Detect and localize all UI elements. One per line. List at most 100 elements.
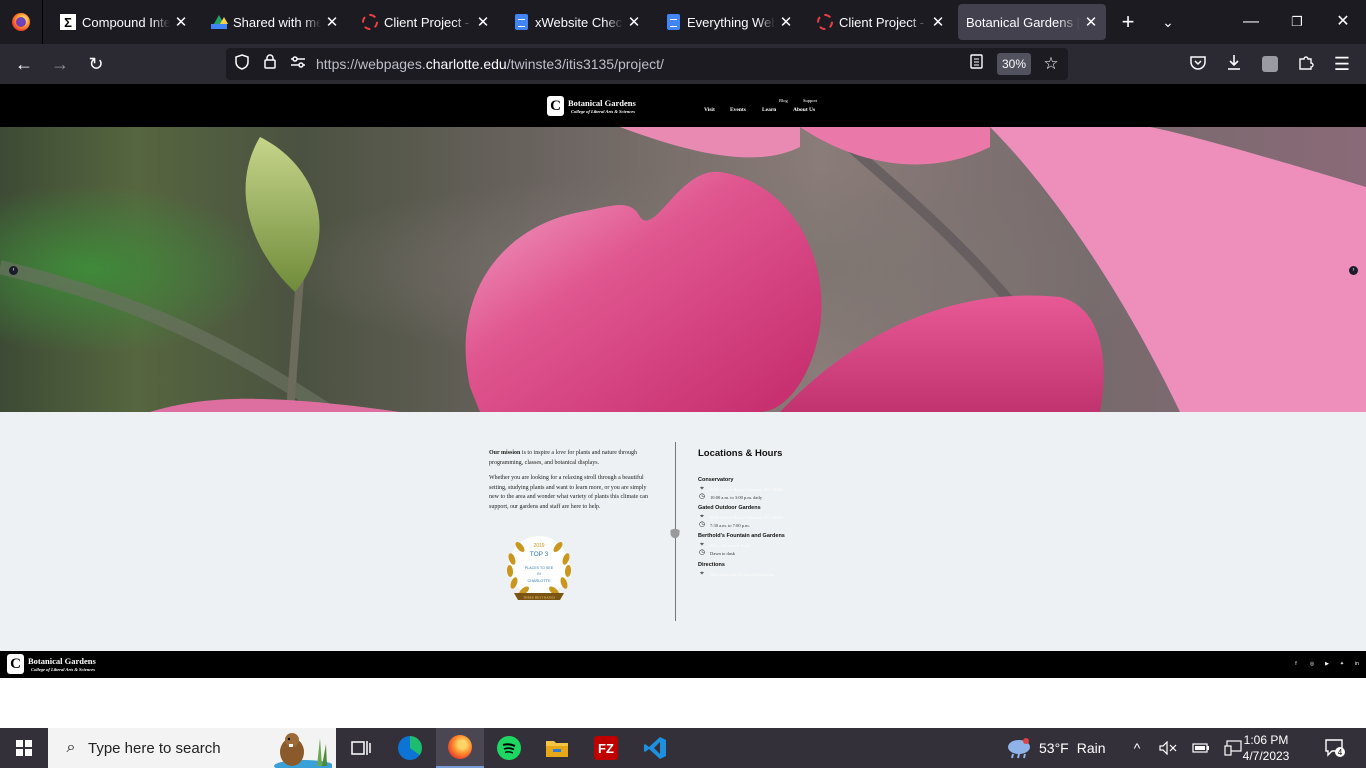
spinner-icon	[362, 14, 378, 30]
tab-title: Compound Interest	[82, 14, 170, 30]
linkedin-icon[interactable]: in	[1354, 661, 1360, 667]
extension-icon[interactable]	[1256, 50, 1284, 78]
list-all-tabs-icon[interactable]: ⌄	[1156, 10, 1180, 34]
close-icon[interactable]: ✕	[476, 13, 490, 31]
close-icon[interactable]: ✕	[627, 13, 641, 31]
close-icon[interactable]: ✕	[1084, 13, 1098, 31]
forward-icon[interactable]: →	[46, 50, 74, 78]
filezilla-icon[interactable]: FZ	[582, 728, 630, 768]
lock-icon[interactable]	[260, 54, 280, 74]
tracking-shield-icon[interactable]	[232, 54, 252, 74]
battery-icon[interactable]	[1191, 728, 1211, 768]
permissions-icon[interactable]	[288, 54, 308, 74]
tab-title: Shared with me - Google Drive	[233, 14, 321, 30]
pocket-icon[interactable]	[1184, 50, 1212, 78]
address-bar[interactable]: https://webpages.charlotte.edu/twinste3/…	[226, 48, 1068, 80]
firefox-menu-icon[interactable]	[8, 10, 34, 34]
logo-mark: C	[7, 654, 24, 674]
location-name: Gated Outdoor Gardens	[698, 505, 761, 511]
nav-events-link[interactable]: Events	[730, 107, 746, 113]
carousel-prev-button[interactable]: ‹	[9, 266, 18, 275]
badge-ribbon: THREE BEST RATED	[523, 596, 555, 600]
location-gated-outdoor-gardens: Gated Outdoor Gardens ⌖ 9090 Craver Road,…	[698, 504, 783, 530]
nav-about-link[interactable]: About Us	[793, 107, 815, 113]
directions-link[interactable]: Directions and Parking Information	[710, 572, 774, 577]
close-icon[interactable]: ✕	[779, 13, 793, 31]
close-icon[interactable]: ✕	[325, 13, 339, 31]
weather-widget[interactable]: 53°F Rain	[1006, 728, 1106, 768]
start-button[interactable]	[0, 728, 48, 768]
nav-support-link[interactable]: Support	[803, 98, 817, 103]
tab-title: xWebsite Checklist	[535, 14, 623, 30]
close-window-icon[interactable]: ✕	[1328, 8, 1358, 36]
tab-compound-interest[interactable]: Σ Compound Interest ✕	[48, 4, 196, 40]
tab-client-project-2[interactable]: Client Project - Padlet ✕	[805, 4, 953, 40]
facebook-icon[interactable]: f	[1293, 661, 1299, 667]
google-docs-icon	[513, 14, 529, 30]
nav-blog-link[interactable]: Blog	[779, 98, 788, 103]
nav-visit-link[interactable]: Visit	[704, 107, 715, 113]
tab-client-project-1[interactable]: Client Project - Padlet ✕	[350, 4, 498, 40]
downloads-icon[interactable]	[1220, 50, 1248, 78]
tab-website-checklist[interactable]: xWebsite Checklist ✕	[501, 4, 649, 40]
rain-cloud-icon	[1008, 738, 1030, 759]
bookmark-star-icon[interactable]: ☆	[1041, 54, 1061, 74]
svg-text:FZ: FZ	[598, 741, 614, 756]
zoom-level-button[interactable]: 30%	[997, 53, 1031, 75]
back-icon[interactable]: ←	[10, 50, 38, 78]
map-pin-icon: ⌖	[700, 541, 704, 548]
file-explorer-icon[interactable]	[533, 728, 581, 768]
volume-muted-icon[interactable]	[1158, 728, 1178, 768]
location-hours: 10:00 a.m. to 3:00 p.m. daily	[710, 494, 763, 500]
footer-logo-title: Botanical Gardens	[28, 655, 96, 666]
nav-learn-link[interactable]: Learn	[762, 107, 776, 113]
close-icon[interactable]: ✕	[931, 13, 945, 31]
twitter-icon[interactable]: ✦	[1339, 661, 1345, 667]
minimize-icon[interactable]: —	[1236, 8, 1266, 36]
taskbar-clock[interactable]: 1:06 PM 4/7/2023	[1226, 732, 1306, 764]
hamburger-menu-icon[interactable]: ☰	[1328, 50, 1356, 78]
location-address-link[interactable]: 9090 Craver Road, Charlotte, NC 28262	[710, 487, 783, 492]
sigma-icon: Σ	[60, 14, 76, 30]
tab-google-drive[interactable]: Shared with me - Google Drive ✕	[199, 4, 347, 40]
tab-everything-web-writing[interactable]: Everything Web Writing ✕	[653, 4, 801, 40]
badge-year: 2019	[533, 543, 544, 549]
windows-logo-icon	[16, 740, 32, 756]
task-view-icon[interactable]	[337, 728, 385, 768]
taskbar-search-box[interactable]: ⌕ Type here to search	[48, 728, 336, 768]
clock-date: 4/7/2023	[1242, 749, 1290, 763]
extensions-puzzle-icon[interactable]	[1292, 50, 1320, 78]
site-logo[interactable]: C Botanical Gardens College of Liberal A…	[547, 96, 636, 116]
firefox-taskbar-icon[interactable]	[436, 728, 484, 768]
reload-icon[interactable]: ↻	[82, 50, 110, 78]
restore-icon[interactable]: ❐	[1282, 8, 1312, 36]
location-address-link[interactable]: 9090 Craver Road, Charlotte, NC 28262	[710, 515, 783, 520]
instagram-icon[interactable]: ◎	[1309, 661, 1315, 667]
spotify-icon[interactable]	[485, 728, 533, 768]
shield-icon	[670, 528, 680, 539]
location-conservatory: Conservatory ⌖ 9090 Craver Road, Charlott…	[698, 476, 783, 502]
new-tab-icon[interactable]: +	[1116, 10, 1140, 34]
web-page: C Botanical Gardens College of Liberal A…	[0, 84, 1366, 728]
footer-logo[interactable]: C Botanical Gardens College of Liberal A…	[7, 654, 96, 674]
tab-title: Client Project - Padlet	[384, 14, 472, 30]
carousel-next-button[interactable]: ›	[1349, 266, 1358, 275]
url-path: /twinste3/itis3135/project/	[506, 56, 664, 72]
badge-line3: IN	[537, 572, 541, 576]
youtube-icon[interactable]: ▶	[1324, 661, 1330, 667]
notification-center-icon[interactable]: 4	[1322, 728, 1348, 768]
location-address-link[interactable]: Mary Alexander Road	[710, 543, 750, 548]
location-name: Conservatory	[698, 477, 734, 483]
google-drive-icon	[211, 14, 228, 30]
edge-icon[interactable]	[386, 728, 434, 768]
url-text[interactable]: https://webpages.charlotte.edu/twinste3/…	[316, 56, 664, 72]
url-prefix: https://webpages.	[316, 56, 426, 72]
tab-botanical-gardens[interactable]: Botanical Gardens | Home ✕	[958, 4, 1106, 40]
search-placeholder: Type here to search	[88, 739, 221, 757]
logo-mark: C	[547, 96, 564, 116]
reader-view-icon[interactable]	[966, 54, 986, 74]
vscode-icon[interactable]	[631, 728, 679, 768]
weather-condition: Rain	[1076, 740, 1106, 756]
chevron-up-icon[interactable]: ^	[1128, 728, 1146, 768]
close-icon[interactable]: ✕	[174, 13, 188, 31]
